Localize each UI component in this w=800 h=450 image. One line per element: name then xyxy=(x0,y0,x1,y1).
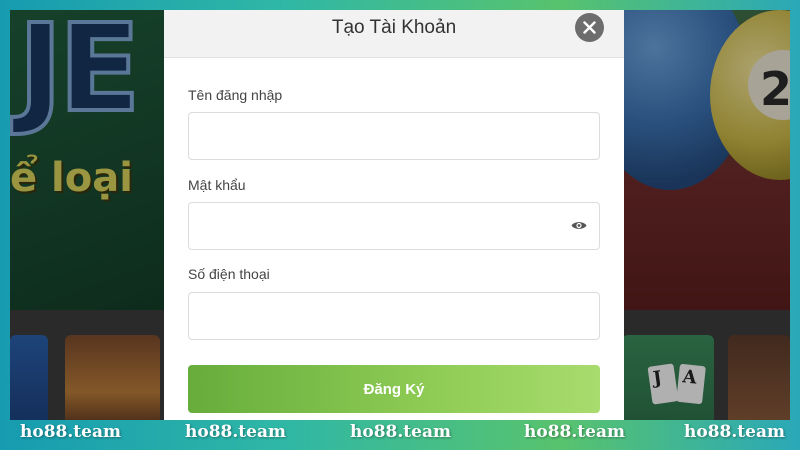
modal-title: Tạo Tài Khoản xyxy=(331,17,457,38)
watermark-text: ho88.team xyxy=(524,422,625,442)
eye-icon xyxy=(571,221,587,229)
register-modal: Tạo Tài Khoản Tên đăng nhập Mật khẩu Số … xyxy=(164,10,624,420)
close-icon xyxy=(583,21,596,34)
watermark-text: ho88.team xyxy=(350,422,451,442)
password-input[interactable] xyxy=(188,202,600,250)
password-label: Mật khẩu xyxy=(188,177,246,193)
username-label: Tên đăng nhập xyxy=(188,87,283,103)
register-button[interactable]: Đăng Ký xyxy=(188,365,600,413)
phone-label: Số điện thoại xyxy=(188,266,270,282)
close-button[interactable] xyxy=(575,13,604,42)
watermark-text: ho88.team xyxy=(684,422,785,442)
phone-input[interactable] xyxy=(188,292,600,340)
username-input[interactable] xyxy=(188,112,600,160)
password-visibility-toggle[interactable] xyxy=(568,216,590,234)
watermark-text: ho88.team xyxy=(20,422,121,442)
watermark-text: ho88.team xyxy=(185,422,286,442)
modal-header: Tạo Tài Khoản xyxy=(164,10,624,58)
